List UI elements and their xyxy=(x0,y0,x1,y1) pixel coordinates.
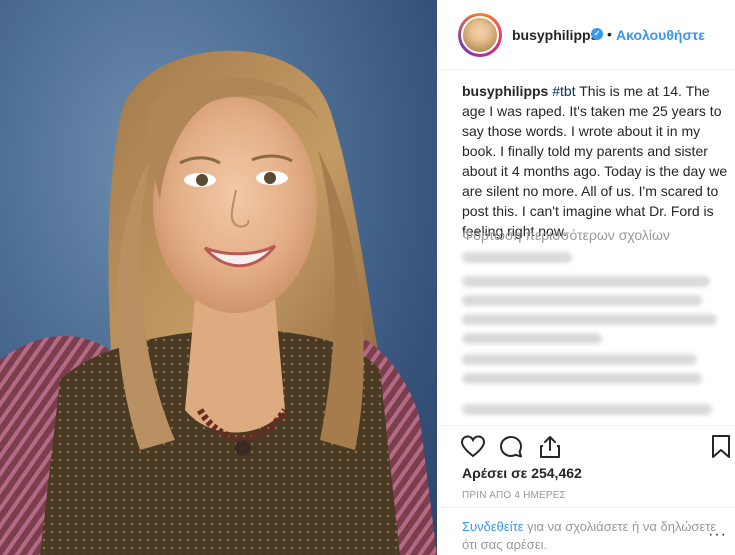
separator-dot: • xyxy=(607,26,612,42)
blurred-comment-line xyxy=(462,314,717,325)
blurred-comment-line xyxy=(462,276,710,287)
follow-button[interactable]: Ακολουθήστε xyxy=(616,27,705,43)
login-link[interactable]: Συνδεθείτε xyxy=(462,519,524,534)
portrait-image xyxy=(0,50,437,555)
blurred-comment-line xyxy=(462,354,697,365)
header-username[interactable]: busyphilipps xyxy=(512,27,598,43)
like-count[interactable]: Αρέσει σε 254,462 xyxy=(462,465,582,481)
post-caption: busyphilipps #tbt This is me at 14. The … xyxy=(462,81,730,241)
post-header: busyphilipps ✓ • Ακολουθήστε xyxy=(440,0,735,70)
caption-text: This is me at 14. The age I was raped. I… xyxy=(462,83,728,239)
share-icon[interactable] xyxy=(537,434,563,465)
heart-icon[interactable] xyxy=(460,434,486,465)
post-photo xyxy=(0,0,437,555)
blurred-comment-line xyxy=(462,404,712,415)
avatar[interactable] xyxy=(461,16,499,54)
blurred-comment-line xyxy=(462,295,702,306)
login-footer: Συνδεθείτε για να σχολιάσετε ή να δηλώσε… xyxy=(440,507,735,555)
blurred-comment-line xyxy=(462,333,602,344)
login-prompt: Συνδεθείτε για να σχολιάσετε ή να δηλώσε… xyxy=(462,518,722,554)
story-ring[interactable] xyxy=(458,13,502,57)
verified-badge-icon: ✓ xyxy=(591,28,603,40)
caption-username[interactable]: busyphilipps xyxy=(462,83,548,99)
blurred-comment-line xyxy=(462,373,702,384)
comment-icon[interactable] xyxy=(498,434,524,465)
bookmark-icon[interactable] xyxy=(710,434,732,465)
post-timestamp[interactable]: ΠΡΙΝ ΑΠΟ 4 ΗΜΕΡΕΣ xyxy=(462,490,566,501)
load-more-comments-button[interactable]: Φόρτωση περισσότερων σχολίων xyxy=(462,227,670,243)
more-options-icon[interactable]: ··· xyxy=(708,526,727,544)
blurred-comment-line xyxy=(462,252,572,263)
post-sidebar: busyphilipps ✓ • Ακολουθήστε busyphilipp… xyxy=(440,0,735,555)
action-bar xyxy=(440,425,735,465)
caption-hashtag[interactable]: #tbt xyxy=(552,83,575,99)
